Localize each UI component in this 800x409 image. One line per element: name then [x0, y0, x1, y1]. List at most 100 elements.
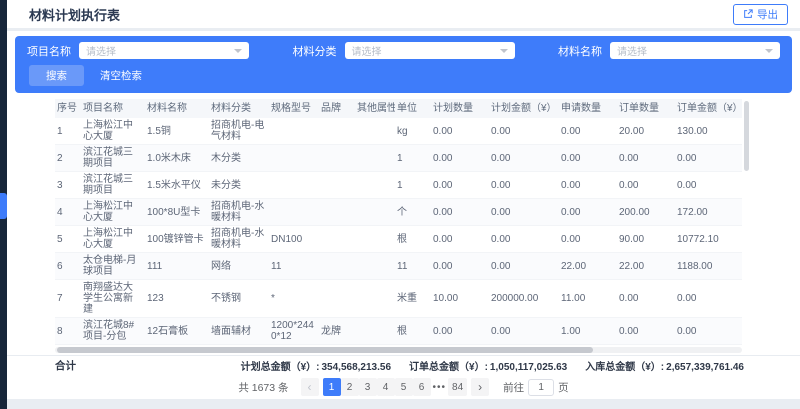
page-button-4[interactable]: 4 [377, 378, 395, 396]
cell: 130.00 [675, 124, 741, 139]
summary-item: 入库总金额（¥）:2,657,339,761.46 [585, 358, 744, 373]
page-header: 材料计划执行表 导出 [7, 0, 800, 28]
cell: 0.00 [559, 124, 617, 139]
filter-group-2: 材料分类请选择 [293, 42, 515, 59]
filter-select-2[interactable]: 请选择 [345, 42, 515, 59]
summary-item-label: 计划总金额（¥）: [241, 362, 320, 373]
cell: 上海松江中心大厦 [81, 118, 145, 144]
cell: 10772.10 [675, 232, 741, 247]
cell: 0.00 [489, 178, 559, 193]
cell: 0.00 [675, 178, 741, 193]
cell: DN100 [269, 232, 319, 247]
cell [319, 264, 355, 268]
table-zone: 序号项目名称材料名称材料分类规格型号品牌其他属性单位计划数量计划金额（¥）申请数… [7, 99, 800, 355]
column-header-11: 申请数量 [559, 99, 617, 118]
main-area: 材料计划执行表 导出 项目名称请选择材料分类请选择材料名称请选择 搜索 清空检索… [7, 0, 800, 409]
cell: 滨江花城三期项目 [81, 145, 145, 171]
cell: 1 [395, 151, 431, 166]
sidebar-toggle-handle[interactable] [0, 193, 7, 219]
page-title: 材料计划执行表 [29, 5, 120, 24]
filter-select-1[interactable]: 请选择 [79, 42, 249, 59]
table-body: 1上海松江中心大厦1.5铜招商机电-电气材料kg0.000.000.0020.0… [55, 118, 742, 345]
page-button-3[interactable]: 3 [359, 378, 377, 396]
summary-item-label: 入库总金额（¥）: [585, 362, 664, 373]
page-button-6[interactable]: 6 [413, 378, 431, 396]
summary-item-label: 订单总金额（¥）: [409, 362, 488, 373]
cell [269, 156, 319, 160]
horizontal-scrollbar[interactable] [55, 347, 742, 353]
export-button[interactable]: 导出 [733, 4, 788, 25]
cell [355, 183, 395, 187]
cell: 1 [395, 178, 431, 193]
cell [319, 156, 355, 160]
cell: 上海松江中心大厦 [81, 199, 145, 225]
cell: 0.00 [431, 151, 489, 166]
cell [355, 297, 395, 301]
cell [355, 329, 395, 333]
filter-select-3[interactable]: 请选择 [610, 42, 780, 59]
cell: 0.00 [431, 124, 489, 139]
vertical-scrollbar[interactable] [744, 99, 749, 355]
placeholder-text: 请选择 [352, 43, 382, 58]
goto-label-suffix: 页 [558, 380, 569, 395]
cell: 0.00 [489, 259, 559, 274]
cell: 0.00 [489, 205, 559, 220]
filter-fields: 项目名称请选择材料分类请选择材料名称请选择 [27, 42, 780, 59]
cell: 0.00 [489, 324, 559, 339]
cell: 太仓电梯-月球项目 [81, 253, 145, 279]
cell: 龙牌 [319, 324, 355, 339]
column-header-1: 序号 [55, 99, 81, 118]
table-header-row: 序号项目名称材料名称材料分类规格型号品牌其他属性单位计划数量计划金额（¥）申请数… [55, 99, 742, 118]
cell: 滨江花城8#项目-分包 [81, 318, 145, 344]
table-row: 7南翔盛达大学生公寓新建123不锈钢*米重10.00200000.0011.00… [55, 280, 742, 318]
goto-page-input[interactable] [528, 379, 554, 396]
summary-item-value: 354,568,213.56 [322, 362, 392, 373]
cell [269, 129, 319, 133]
cell: 1.5铜 [145, 124, 209, 139]
cell: * [269, 291, 319, 306]
cell [355, 156, 395, 160]
cell: 1188.00 [675, 259, 741, 274]
cell: 未分类 [209, 178, 269, 193]
cell: 0.00 [675, 291, 741, 306]
cell: 0.00 [431, 205, 489, 220]
cell [319, 183, 355, 187]
horizontal-scrollbar-thumb[interactable] [57, 347, 593, 353]
cell: 0.00 [675, 151, 741, 166]
pagination-pages: 123456•••84 [323, 378, 468, 396]
cell: 0.00 [559, 232, 617, 247]
pagination-total-count: 共 1673 条 [238, 380, 288, 395]
page-button-5[interactable]: 5 [395, 378, 413, 396]
search-button[interactable]: 搜索 [29, 65, 84, 86]
data-table: 序号项目名称材料名称材料分类规格型号品牌其他属性单位计划数量计划金额（¥）申请数… [55, 99, 742, 355]
next-page-button[interactable]: › [471, 378, 489, 396]
cell: 根 [395, 324, 431, 339]
filter-group-3: 材料名称请选择 [558, 42, 780, 59]
cell: 0.00 [617, 291, 675, 306]
content-card: 项目名称请选择材料分类请选择材料名称请选择 搜索 清空检索 序号项目名称材料名称… [7, 31, 800, 399]
cell [319, 297, 355, 301]
cell: 0.00 [431, 178, 489, 193]
cell: 招商机电-电气材料 [209, 118, 269, 144]
table-row: 4上海松江中心大厦100*8U型卡招商机电-水暖材料个0.000.000.002… [55, 199, 742, 226]
cell: 20.00 [617, 124, 675, 139]
prev-page-button[interactable]: ‹ [301, 378, 319, 396]
table-row: 3滨江花城三期项目1.5米水平仪未分类10.000.000.000.000.00 [55, 172, 742, 199]
page-button-84[interactable]: 84 [448, 378, 467, 396]
cell [355, 237, 395, 241]
cell: 22.00 [559, 259, 617, 274]
column-header-9: 计划数量 [431, 99, 489, 118]
cell [355, 264, 395, 268]
cell: 2 [55, 151, 81, 166]
cell: 招商机电-水暖材料 [209, 199, 269, 225]
table-row: 1上海松江中心大厦1.5铜招商机电-电气材料kg0.000.000.0020.0… [55, 118, 742, 145]
page-button-1[interactable]: 1 [323, 378, 341, 396]
page-button-2[interactable]: 2 [341, 378, 359, 396]
cell: 22.00 [617, 259, 675, 274]
vertical-scrollbar-thumb[interactable] [744, 101, 749, 171]
cell: 0.00 [489, 151, 559, 166]
clear-search-button[interactable]: 清空检索 [100, 68, 142, 83]
filter-actions: 搜索 清空检索 [27, 65, 780, 86]
cell: 172.00 [675, 205, 741, 220]
cell: 个 [395, 205, 431, 220]
